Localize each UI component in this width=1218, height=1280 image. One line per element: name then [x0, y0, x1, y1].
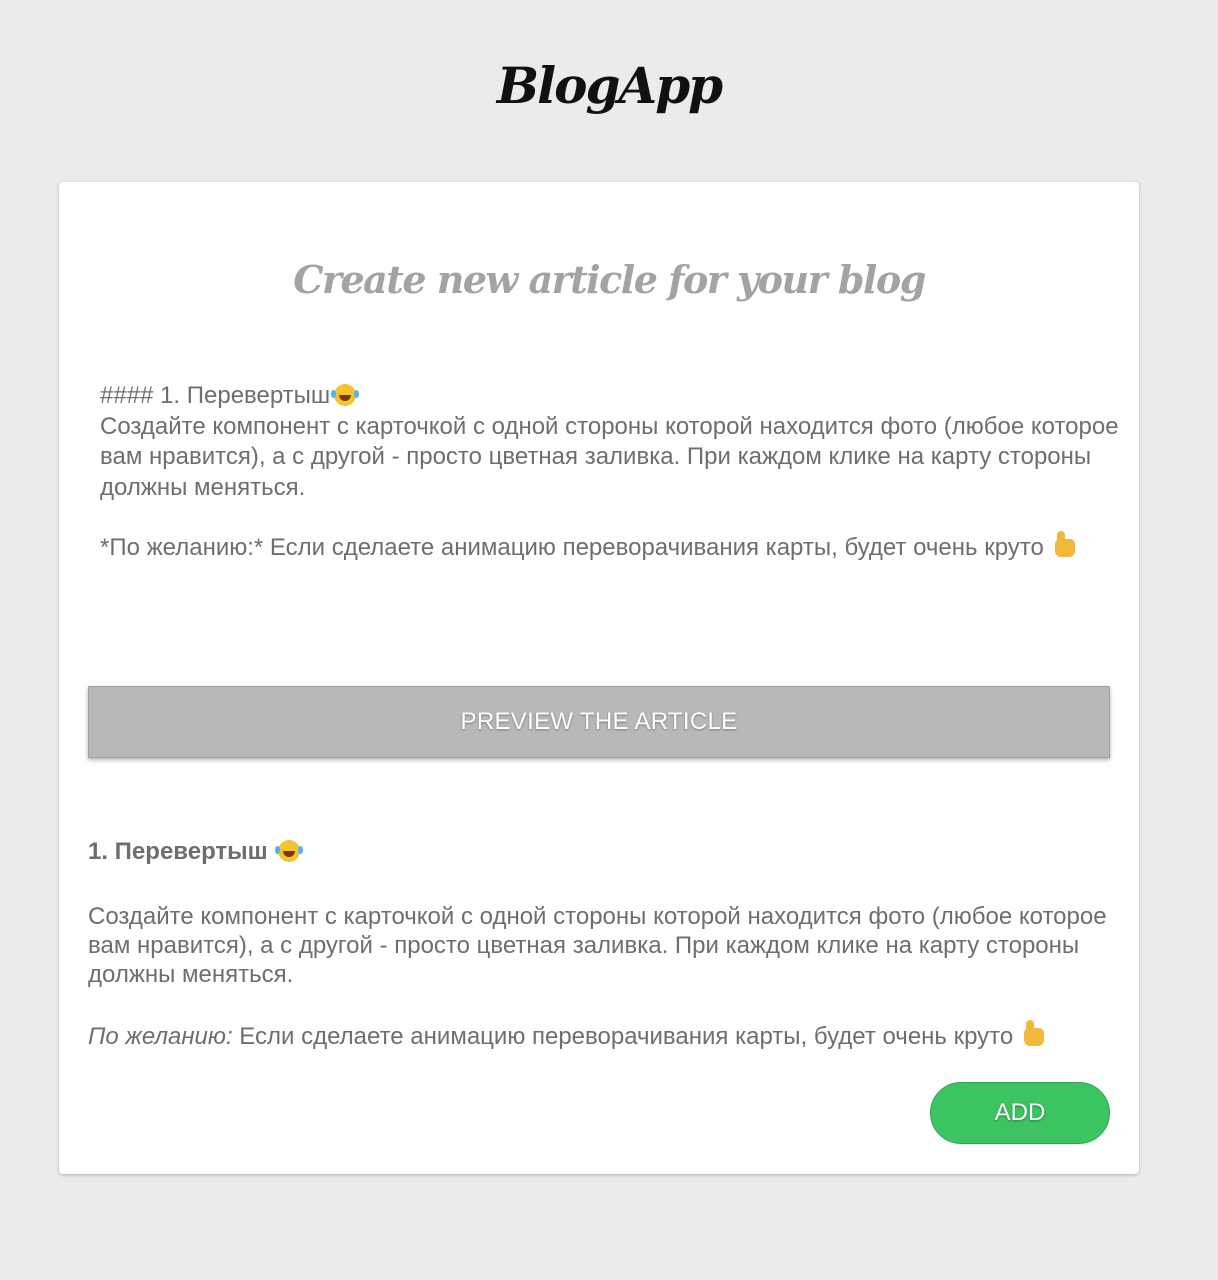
laughing-tears-icon: [331, 384, 357, 406]
thumbs-up-icon: [1023, 1020, 1044, 1046]
app-logo: BlogApp: [496, 56, 723, 115]
preview-heading-text: 1. Перевертыш: [88, 838, 268, 865]
preview-paragraph-1: Создайте компонент с карточкой с одной с…: [88, 903, 1107, 988]
preview-paragraph-2-emphasis: По желанию:: [88, 1023, 233, 1050]
thumbs-up-icon: [1054, 531, 1075, 557]
preview-article-button[interactable]: PREVIEW THE ARTICLE: [88, 686, 1110, 758]
laughing-tears-icon: [275, 840, 301, 862]
page-title: Create new article for your blog: [293, 257, 926, 302]
editor-paragraph-2: *По желанию:* Если сделаете анимацию пер…: [100, 531, 1120, 564]
editor-paragraph-1: Создайте компонент с карточкой с одной с…: [100, 412, 1119, 501]
add-button[interactable]: ADD: [930, 1082, 1110, 1144]
preview-paragraph-2: По желанию: Если сделаете анимацию перев…: [88, 1020, 1118, 1051]
article-editor[interactable]: #### 1. Перевертыш Создайте компонент с …: [100, 381, 1120, 564]
preview-heading: 1. Перевертыш: [88, 836, 1118, 868]
editor-paragraph-2-text: *По желанию:* Если сделаете анимацию пер…: [100, 534, 1044, 561]
editor-heading-text: #### 1. Перевертыш: [100, 382, 331, 409]
editor-line-heading: #### 1. Перевертыш: [100, 381, 1120, 412]
article-preview: 1. Перевертыш Создайте компонент с карто…: [88, 836, 1118, 1051]
preview-paragraph-2-text: Если сделаете анимацию переворачивания к…: [232, 1023, 1014, 1050]
